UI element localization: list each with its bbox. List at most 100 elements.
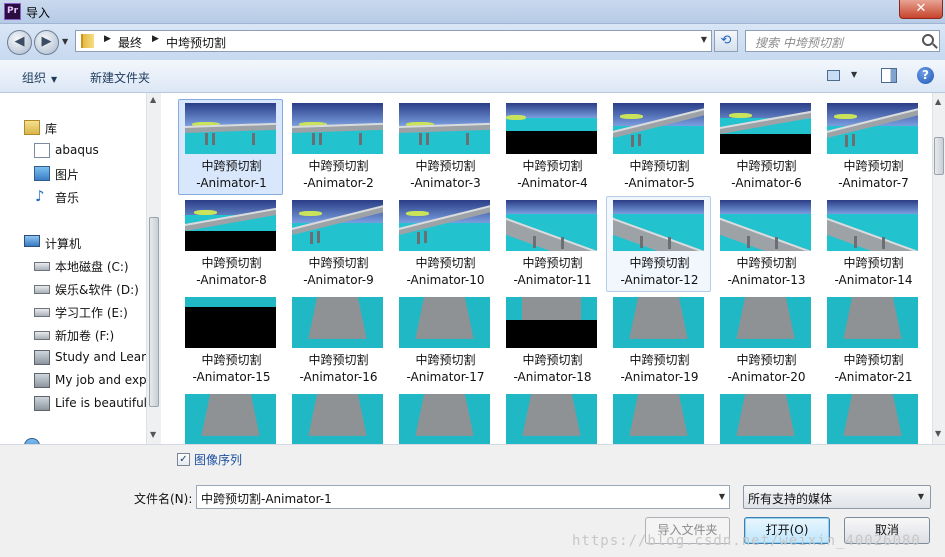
file-tile[interactable] bbox=[820, 390, 925, 444]
back-button[interactable]: ◀ bbox=[7, 30, 32, 55]
file-tile[interactable]: 中跨预切割 -Animator-17 bbox=[392, 293, 497, 389]
address-dropdown-icon[interactable]: ▼ bbox=[701, 35, 707, 44]
sidebar-item-computer[interactable]: 计算机 bbox=[0, 233, 150, 253]
file-tile[interactable]: 中跨预切割 -Animator-10 bbox=[392, 196, 497, 292]
sidebar-item-libraries[interactable]: 库 bbox=[0, 118, 150, 138]
scroll-down-arrow-icon[interactable]: ▼ bbox=[935, 429, 941, 438]
sidebar-item-drive-f[interactable]: 新加卷 (F:) bbox=[0, 325, 150, 345]
address-path-field[interactable]: ▶ 最终 ▶ 中垮预切割 ▼ bbox=[75, 30, 712, 52]
file-tile[interactable]: 中跨预切割 -Animator-3 bbox=[392, 99, 497, 195]
file-tile[interactable]: 中跨预切割 -Animator-14 bbox=[820, 196, 925, 292]
view-options-dropdown-icon[interactable]: ▼ bbox=[851, 70, 857, 79]
organize-menu-button[interactable]: 组织 ▼ bbox=[22, 69, 57, 86]
file-type-select[interactable]: 所有支持的媒体 ▼ bbox=[743, 485, 931, 509]
file-name-line2: -Animator-13 bbox=[727, 273, 806, 287]
chevron-down-icon: ▼ bbox=[917, 492, 924, 501]
file-name-line1: 中跨预切割 bbox=[201, 159, 262, 173]
search-placeholder: 搜索 中垮预切割 bbox=[755, 36, 843, 50]
file-thumbnail bbox=[506, 103, 597, 154]
search-icon[interactable] bbox=[922, 34, 934, 46]
scroll-up-arrow-icon[interactable]: ▲ bbox=[150, 95, 156, 104]
image-sequence-label[interactable]: 图像序列 bbox=[194, 451, 242, 468]
change-view-icon[interactable] bbox=[827, 70, 840, 81]
file-tile[interactable]: 中跨预切割 -Animator-15 bbox=[178, 293, 283, 389]
file-name-line2: -Animator-16 bbox=[299, 370, 378, 384]
file-thumbnail bbox=[506, 297, 597, 348]
breadcrumb-item[interactable]: 最终 bbox=[118, 34, 142, 51]
file-tile[interactable]: 中跨预切割 -Animator-1 bbox=[178, 99, 283, 195]
file-name-line1: 中跨预切割 bbox=[843, 256, 904, 270]
file-name-line1: 中跨预切割 bbox=[415, 353, 476, 367]
local-disk-icon bbox=[34, 262, 50, 271]
sidebar-item-label: 本地磁盘 (C:) bbox=[55, 260, 129, 274]
filename-field[interactable]: 中跨预切割-Animator-1 ▼ bbox=[196, 485, 730, 509]
close-button[interactable]: ✕ bbox=[899, 0, 943, 19]
scrollbar-thumb[interactable] bbox=[149, 217, 159, 407]
filename-dropdown-icon[interactable]: ▼ bbox=[719, 492, 725, 501]
file-tile[interactable] bbox=[392, 390, 497, 444]
file-tile[interactable]: 中跨预切割 -Animator-20 bbox=[713, 293, 818, 389]
sidebar-item-my-job[interactable]: My job and exp bbox=[0, 371, 150, 391]
file-tile[interactable]: 中跨预切割 -Animator-18 bbox=[499, 293, 604, 389]
help-icon[interactable]: ? bbox=[917, 67, 934, 84]
scrollbar-thumb[interactable] bbox=[934, 137, 944, 175]
sidebar-item-label: My job and exp bbox=[55, 373, 147, 387]
file-name-line2: -Animator-12 bbox=[620, 273, 699, 287]
file-name-line1: 中跨预切割 bbox=[308, 256, 369, 270]
sidebar-item-drive-c[interactable]: 本地磁盘 (C:) bbox=[0, 256, 150, 276]
recent-locations-dropdown-icon[interactable]: ▼ bbox=[62, 37, 68, 46]
new-folder-button[interactable]: 新建文件夹 bbox=[90, 69, 150, 86]
scroll-down-arrow-icon[interactable]: ▼ bbox=[150, 430, 156, 439]
library-icon bbox=[24, 120, 40, 135]
file-tile[interactable] bbox=[606, 390, 711, 444]
preview-pane-icon[interactable] bbox=[881, 68, 897, 83]
sidebar-item-music[interactable]: ♪ 音乐 bbox=[0, 187, 150, 207]
navigation-scrollbar[interactable]: ▲ ▼ bbox=[146, 93, 160, 444]
sidebar-item-abaqus[interactable]: abaqus bbox=[0, 141, 150, 161]
file-thumbnail bbox=[613, 103, 704, 154]
folder-icon bbox=[81, 34, 94, 48]
refresh-button[interactable]: ⟲ bbox=[714, 30, 738, 52]
file-thumbnail bbox=[613, 297, 704, 348]
file-tile[interactable]: 中跨预切割 -Animator-12 bbox=[606, 196, 711, 292]
file-tile[interactable]: 中跨预切割 -Animator-11 bbox=[499, 196, 604, 292]
sidebar-item-study-and-learn[interactable]: Study and Learn bbox=[0, 348, 150, 368]
file-tile[interactable] bbox=[499, 390, 604, 444]
file-tile[interactable]: 中跨预切割 -Animator-21 bbox=[820, 293, 925, 389]
drive-icon bbox=[34, 308, 50, 317]
file-tile[interactable]: 中跨预切割 -Animator-13 bbox=[713, 196, 818, 292]
file-tile[interactable] bbox=[713, 390, 818, 444]
file-tile[interactable]: 中跨预切割 -Animator-8 bbox=[178, 196, 283, 292]
sidebar-item-label: 库 bbox=[45, 122, 58, 136]
breadcrumb-separator-icon[interactable]: ▶ bbox=[152, 34, 159, 44]
file-tile[interactable]: 中跨预切割 -Animator-9 bbox=[285, 196, 390, 292]
forward-button[interactable]: ▶ bbox=[34, 30, 59, 55]
image-sequence-checkbox[interactable]: ✓ bbox=[177, 453, 190, 466]
breadcrumb-separator-icon[interactable]: ▶ bbox=[104, 34, 111, 44]
scroll-up-arrow-icon[interactable]: ▲ bbox=[935, 97, 941, 106]
sidebar-item-life-is-beautiful[interactable]: Life is beautiful bbox=[0, 394, 150, 414]
file-type-value: 所有支持的媒体 bbox=[748, 492, 833, 506]
file-tile[interactable] bbox=[178, 390, 283, 444]
sidebar-item-pictures[interactable]: 图片 bbox=[0, 164, 150, 184]
file-tile[interactable]: 中跨预切割 -Animator-19 bbox=[606, 293, 711, 389]
file-thumbnail bbox=[399, 394, 490, 444]
file-name-line1: 中跨预切割 bbox=[522, 256, 583, 270]
sidebar-item-network[interactable] bbox=[0, 436, 150, 444]
breadcrumb-item[interactable]: 中垮预切割 bbox=[166, 34, 226, 51]
file-tile[interactable]: 中跨预切割 -Animator-7 bbox=[820, 99, 925, 195]
file-tile[interactable]: 中跨预切割 -Animator-2 bbox=[285, 99, 390, 195]
file-name-line2: -Animator-21 bbox=[834, 370, 913, 384]
file-tile[interactable]: 中跨预切割 -Animator-6 bbox=[713, 99, 818, 195]
sidebar-item-label: 图片 bbox=[55, 168, 80, 182]
file-tile[interactable]: 中跨预切割 -Animator-5 bbox=[606, 99, 711, 195]
sidebar-item-drive-d[interactable]: 娱乐&软件 (D:) bbox=[0, 279, 150, 299]
file-name-line2: -Animator-2 bbox=[303, 176, 374, 190]
file-tile[interactable] bbox=[285, 390, 390, 444]
file-tile[interactable]: 中跨预切割 -Animator-16 bbox=[285, 293, 390, 389]
file-list-scrollbar[interactable]: ▲ ▼ bbox=[932, 93, 945, 444]
file-tile[interactable]: 中跨预切割 -Animator-4 bbox=[499, 99, 604, 195]
file-name-line2: -Animator-15 bbox=[192, 370, 271, 384]
search-input[interactable]: 搜索 中垮预切割 bbox=[745, 30, 940, 52]
sidebar-item-drive-e[interactable]: 学习工作 (E:) bbox=[0, 302, 150, 322]
